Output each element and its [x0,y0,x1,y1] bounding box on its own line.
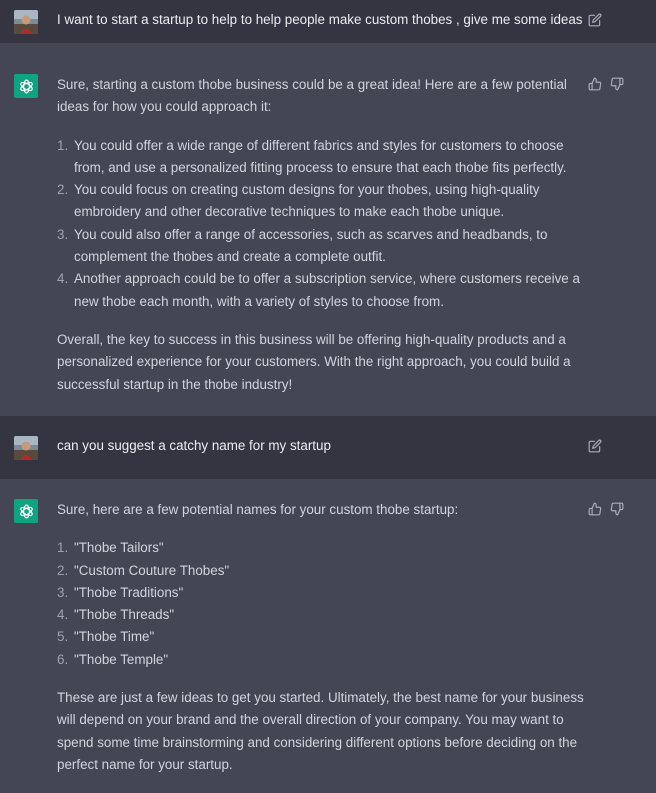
list-item: 2. You could focus on creating custom des… [57,182,540,220]
user-message-text: can you suggest a catchy name for my sta… [57,438,331,453]
assistant-message-body: Sure, starting a custom thobe business c… [57,74,587,396]
list-item: 4. "Thobe Threads" [57,607,175,623]
thumbs-up-icon[interactable] [587,76,603,92]
user-avatar [14,436,38,460]
user-avatar [14,10,38,34]
list-item: 3. "Thobe Traditions" [57,584,184,600]
assistant-outro: Overall, the key to success in this busi… [57,331,571,392]
assistant-outro: These are just a few ideas to get you st… [57,690,584,772]
assistant-message-body: Sure, here are a few potential names for… [57,499,587,776]
ideas-list: 1. You could offer a wide range of differ… [57,135,587,313]
list-item: 4. Another approach could be to offer a s… [57,271,580,309]
edit-icon[interactable] [587,438,603,454]
names-list: 1. "Thobe Tailors" 2. "Custom Couture Thob… [57,537,587,671]
thumbs-up-icon[interactable] [587,501,603,517]
assistant-message-1: Sure, starting a custom thobe business c… [0,53,656,416]
openai-logo-icon [14,499,38,523]
openai-logo-icon [14,74,38,98]
list-item: 1. You could offer a wide range of differ… [57,137,567,175]
assistant-message-2: Sure, here are a few potential names for… [0,479,656,793]
list-item: 5. "Thobe Time" [57,629,155,645]
list-item: 2. "Custom Couture Thobes" [57,562,230,578]
assistant-intro: Sure, here are a few potential names for… [57,502,459,517]
list-item: 3. You could also offer a range of access… [57,226,548,265]
user-message-2: can you suggest a catchy name for my sta… [0,416,656,479]
assistant-intro: Sure, starting a custom thobe business c… [57,77,567,115]
thumbs-down-icon[interactable] [609,76,625,92]
list-item: 6. "Thobe Temple" [57,651,169,667]
thumbs-down-icon[interactable] [609,501,625,517]
edit-icon[interactable] [587,12,603,28]
list-item: 1. "Thobe Tailors" [57,540,164,556]
user-message-1: I want to start a startup to help to hel… [0,0,656,43]
user-message-text: I want to start a startup to help to hel… [57,12,583,27]
